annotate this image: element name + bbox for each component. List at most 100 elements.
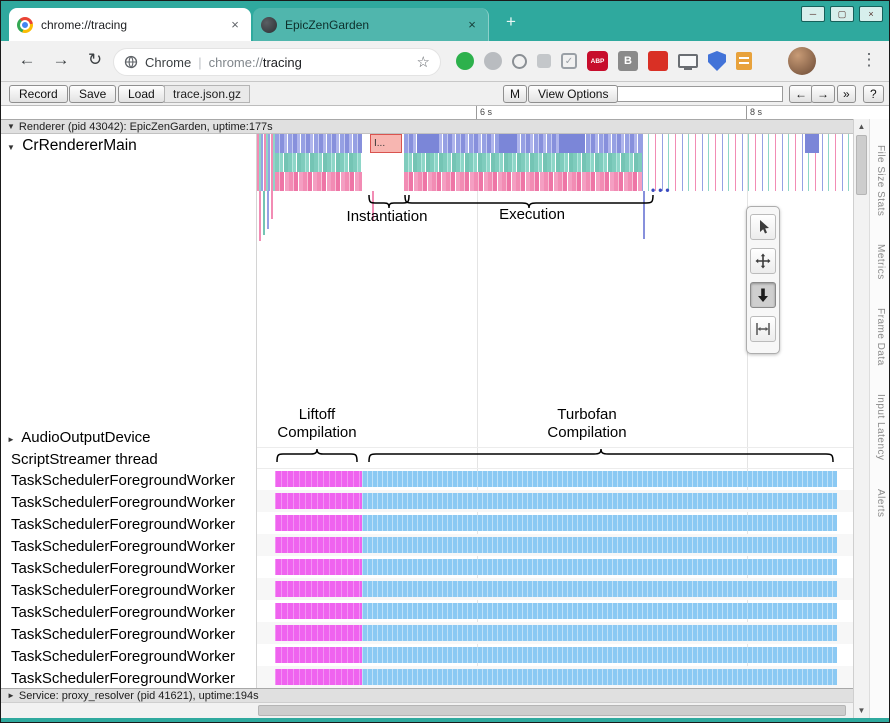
horizontal-scrollbar[interactable] <box>1 702 853 718</box>
tab-file-size-stats[interactable]: File Size Stats <box>875 145 886 216</box>
tab-close-icon[interactable]: × <box>464 17 480 33</box>
worker-row[interactable] <box>257 534 853 556</box>
adblock-plus-icon[interactable]: ABP <box>587 51 608 71</box>
expand-arrow-icon[interactable]: ► <box>7 435 15 444</box>
browser-menu-button[interactable]: ⋮ <box>859 50 879 70</box>
flame-row-bottom[interactable] <box>275 172 362 191</box>
scroll-up-icon[interactable]: ▲ <box>854 122 869 131</box>
expand-arrow-icon[interactable]: ► <box>7 691 15 700</box>
address-bar[interactable]: Chrome | chrome:// tracing ☆ <box>113 48 441 76</box>
profile-avatar[interactable] <box>788 47 816 75</box>
track-label-worker[interactable]: TaskSchedulerForegroundWorker <box>11 472 235 489</box>
tab-close-icon[interactable]: × <box>227 17 243 33</box>
help-button[interactable]: ? <box>863 85 884 103</box>
flame-slices-sparse[interactable] <box>642 134 853 191</box>
track-label-worker[interactable]: TaskSchedulerForegroundWorker <box>11 648 235 665</box>
timeline-canvas[interactable]: I... ••• Instantiation <box>256 134 853 688</box>
extension-icon-shield[interactable] <box>708 51 726 71</box>
expand-arrow-icon[interactable]: ▼ <box>7 122 15 131</box>
track-label-scriptstreamer[interactable]: ScriptStreamer thread <box>11 451 158 468</box>
liftoff-compile-bar[interactable] <box>275 669 362 685</box>
extension-icon-gray[interactable] <box>537 54 551 68</box>
tab-frame-data[interactable]: Frame Data <box>875 308 886 366</box>
turbofan-compile-bar[interactable] <box>362 493 837 509</box>
worker-row[interactable] <box>257 468 853 490</box>
reload-button[interactable]: ↻ <box>83 50 107 70</box>
liftoff-compile-bar[interactable] <box>275 515 362 531</box>
track-label-worker[interactable]: TaskSchedulerForegroundWorker <box>11 604 235 621</box>
service-process-header[interactable]: ► Service: proxy_resolver (pid 41621), u… <box>1 688 853 702</box>
flame-row-top[interactable] <box>275 134 362 153</box>
worker-row[interactable] <box>257 644 853 666</box>
turbofan-compile-bar[interactable] <box>362 647 837 663</box>
liftoff-compile-bar[interactable] <box>275 493 362 509</box>
liftoff-compile-bar[interactable] <box>275 559 362 575</box>
select-tool-button[interactable] <box>750 214 776 240</box>
find-previous-button[interactable]: ← <box>789 85 813 103</box>
flame-row-top[interactable] <box>404 134 642 153</box>
load-button[interactable]: Load <box>118 85 165 103</box>
worker-row[interactable] <box>257 556 853 578</box>
extension-icon-monitor[interactable] <box>678 54 698 68</box>
save-button[interactable]: Save <box>69 85 116 103</box>
flame-slice-blue[interactable] <box>417 134 439 153</box>
find-next-button[interactable]: → <box>811 85 835 103</box>
track-label-worker[interactable]: TaskSchedulerForegroundWorker <box>11 560 235 577</box>
more-tools-button[interactable]: » <box>837 85 856 103</box>
flame-row-middle[interactable] <box>275 153 362 172</box>
extension-icon-green[interactable] <box>456 52 474 70</box>
extension-icon-b[interactable]: B <box>618 51 638 71</box>
flame-slice-blue[interactable] <box>499 134 517 153</box>
track-label-crrenderermain[interactable]: ▼ CrRendererMain <box>7 137 137 155</box>
pan-tool-button[interactable] <box>750 248 776 274</box>
turbofan-compile-bar[interactable] <box>362 515 837 531</box>
window-close-button[interactable]: × <box>859 6 883 22</box>
worker-row[interactable] <box>257 578 853 600</box>
turbofan-compile-bar[interactable] <box>362 603 837 619</box>
vertical-scrollbar-thumb[interactable] <box>856 135 867 195</box>
liftoff-compile-bar[interactable] <box>275 581 362 597</box>
worker-row[interactable] <box>257 512 853 534</box>
track-label-audiooutputdevice[interactable]: ► AudioOutputDevice <box>7 429 151 446</box>
timing-tool-button[interactable] <box>750 316 776 342</box>
tab-metrics[interactable]: Metrics <box>875 244 886 280</box>
maximize-button[interactable]: ▢ <box>830 6 854 22</box>
track-label-worker[interactable]: TaskSchedulerForegroundWorker <box>11 516 235 533</box>
wasm-instantiation-slice[interactable]: I... <box>370 134 402 153</box>
extension-icon-red[interactable] <box>648 51 668 71</box>
renderer-process-header[interactable]: ▼ Renderer (pid 43042): EpicZenGarden, u… <box>1 119 853 134</box>
track-label-worker[interactable]: TaskSchedulerForegroundWorker <box>11 538 235 555</box>
view-options-button[interactable]: View Options <box>528 85 618 103</box>
turbofan-compile-bar[interactable] <box>362 669 837 685</box>
track-label-worker[interactable]: TaskSchedulerForegroundWorker <box>11 494 235 511</box>
tab-alerts[interactable]: Alerts <box>875 489 886 518</box>
bookmark-star-icon[interactable]: ☆ <box>417 53 430 71</box>
forward-button[interactable]: → <box>49 50 73 70</box>
flame-slices-left[interactable] <box>257 134 275 191</box>
new-tab-button[interactable]: + <box>501 12 521 32</box>
turbofan-compile-bar[interactable] <box>362 625 837 641</box>
liftoff-compile-bar[interactable] <box>275 537 362 553</box>
worker-row[interactable] <box>257 600 853 622</box>
liftoff-compile-bar[interactable] <box>275 625 362 641</box>
turbofan-compile-bar[interactable] <box>362 559 837 575</box>
vertical-scrollbar[interactable]: ▲ ▼ <box>853 119 869 718</box>
track-label-worker[interactable]: TaskSchedulerForegroundWorker <box>11 582 235 599</box>
metadata-button[interactable]: M <box>503 85 527 103</box>
liftoff-compile-bar[interactable] <box>275 647 362 663</box>
tab-epiczengarden[interactable]: EpicZenGarden × <box>253 8 489 41</box>
back-button[interactable]: ← <box>15 50 39 70</box>
worker-row[interactable] <box>257 490 853 512</box>
record-button[interactable]: Record <box>9 85 68 103</box>
flame-slice-blue[interactable] <box>559 134 585 153</box>
extension-icon-checkbox[interactable]: ✓ <box>561 53 577 69</box>
search-input[interactable] <box>617 86 783 102</box>
liftoff-compile-bar[interactable] <box>275 471 362 487</box>
extension-icon-notebook[interactable] <box>736 52 752 70</box>
turbofan-compile-bar[interactable] <box>362 537 837 553</box>
tab-input-latency[interactable]: Input Latency <box>875 394 886 461</box>
liftoff-compile-bar[interactable] <box>275 603 362 619</box>
extension-icon-history[interactable] <box>512 54 527 69</box>
turbofan-compile-bar[interactable] <box>362 581 837 597</box>
turbofan-compile-bar[interactable] <box>362 471 837 487</box>
